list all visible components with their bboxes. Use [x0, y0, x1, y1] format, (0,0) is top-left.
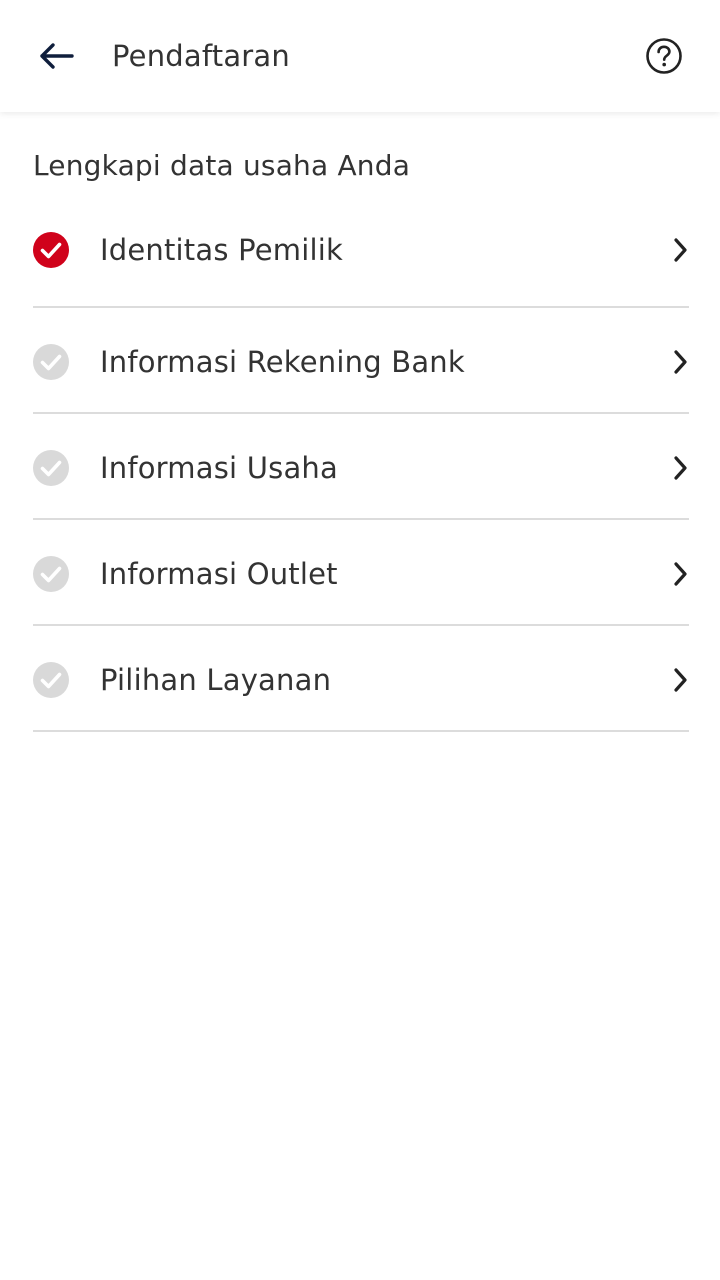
step-label: Pilihan Layanan: [100, 663, 332, 697]
step-item[interactable]: Informasi Usaha: [33, 414, 689, 520]
step-label: Identitas Pemilik: [100, 233, 343, 267]
check-circle-pending-icon: [33, 556, 69, 592]
chevron-right-icon: [674, 456, 687, 480]
chevron-right-icon: [674, 562, 687, 586]
check-circle-pending-icon: [33, 662, 69, 698]
chevron-right-icon: [674, 668, 687, 692]
step-label: Informasi Rekening Bank: [100, 345, 465, 379]
app-bar: Pendaftaran: [0, 0, 720, 112]
check-circle-completed-icon: [33, 232, 69, 268]
step-item[interactable]: Informasi Outlet: [33, 520, 689, 626]
chevron-right-icon: [674, 350, 687, 374]
back-button[interactable]: [28, 30, 84, 82]
step-label: Informasi Usaha: [100, 451, 338, 485]
registration-steps-list: Identitas Pemilik Informasi Rekening Bank…: [33, 202, 689, 732]
check-circle-pending-icon: [33, 450, 69, 486]
arrow-left-icon: [40, 43, 74, 69]
question-circle-icon: [646, 38, 682, 74]
chevron-right-icon: [674, 238, 687, 262]
step-item[interactable]: Identitas Pemilik: [33, 202, 689, 308]
page-title: Pendaftaran: [112, 39, 290, 73]
step-label: Informasi Outlet: [100, 557, 338, 591]
help-button[interactable]: [640, 32, 688, 80]
step-item[interactable]: Informasi Rekening Bank: [33, 308, 689, 414]
step-item[interactable]: Pilihan Layanan: [33, 626, 689, 732]
section-heading: Lengkapi data usaha Anda: [33, 149, 411, 182]
check-circle-pending-icon: [33, 344, 69, 380]
